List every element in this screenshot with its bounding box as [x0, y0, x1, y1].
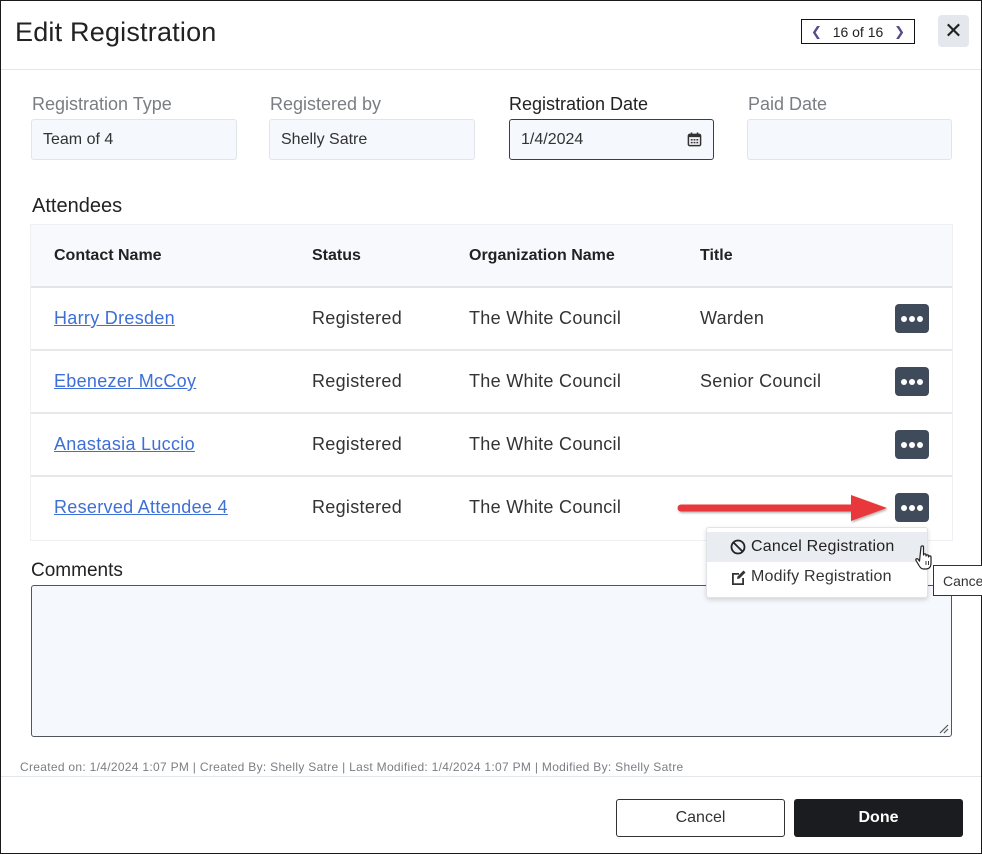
row-actions-menu: Cancel Registration Modify Registration: [706, 527, 928, 598]
tooltip: Cancel Registration: [933, 565, 982, 596]
cancel-button[interactable]: Cancel: [616, 799, 785, 837]
attendees-heading: Attendees: [32, 195, 123, 217]
row-actions-button[interactable]: [895, 493, 929, 522]
table-row: Ebenezer McCoy Registered The White Coun…: [31, 351, 952, 414]
more-horizontal-icon: [901, 378, 923, 385]
status-cell: Registered: [312, 371, 403, 391]
more-horizontal-icon: [901, 441, 923, 448]
contact-name-link[interactable]: Ebenezer McCoy: [54, 371, 196, 392]
annotation-arrow-icon: [677, 495, 887, 521]
more-horizontal-icon: [901, 315, 923, 322]
contact-name-link[interactable]: Anastasia Luccio: [54, 434, 195, 455]
status-cell: Registered: [312, 497, 403, 517]
table-row: Harry Dresden Registered The White Counc…: [31, 288, 952, 351]
registration-date-label: Registration Date: [509, 94, 649, 114]
registration-date-field[interactable]: 1/4/2024: [509, 119, 714, 160]
table-row: Anastasia Luccio Registered The White Co…: [31, 414, 952, 477]
comments-label: Comments: [31, 560, 123, 581]
hand-pointer-cursor-icon: [915, 545, 932, 570]
status-cell: Registered: [312, 434, 403, 454]
edit-icon: [732, 570, 746, 585]
close-button[interactable]: ✕: [938, 15, 969, 47]
more-horizontal-icon: [901, 504, 923, 511]
registered-by-label: Registered by: [270, 94, 382, 114]
close-icon: ✕: [944, 18, 963, 43]
row-actions-button[interactable]: [895, 304, 929, 333]
cancel-registration-label: Cancel Registration: [751, 538, 895, 555]
ban-icon: [730, 539, 746, 555]
chevron-right-icon[interactable]: ❯: [894, 24, 905, 40]
resize-grip-icon[interactable]: [939, 724, 949, 734]
row-actions-button[interactable]: [895, 430, 929, 459]
audit-info: Created on: 1/4/2024 1:07 PM | Created B…: [20, 760, 684, 774]
done-button[interactable]: Done: [794, 799, 963, 837]
contact-name-link[interactable]: Harry Dresden: [54, 308, 175, 329]
pager-text: 16 of 16: [832, 23, 884, 40]
table-header: Contact Name Status Organization Name Ti…: [31, 225, 952, 288]
paid-date-label: Paid Date: [748, 94, 828, 114]
registered-by-field: Shelly Satre: [269, 119, 475, 160]
organization-cell: The White Council: [469, 434, 622, 454]
status-cell: Registered: [312, 308, 403, 328]
organization-cell: The White Council: [469, 371, 622, 391]
chevron-left-icon[interactable]: ❮: [811, 24, 822, 40]
column-header-contact-name[interactable]: Contact Name: [54, 247, 162, 265]
registration-type-value: Team of 4: [43, 130, 114, 148]
modify-registration-menu-item[interactable]: Modify Registration: [707, 562, 927, 592]
column-header-status[interactable]: Status: [312, 247, 361, 265]
organization-cell: The White Council: [469, 308, 622, 328]
dialog-title: Edit Registration: [15, 17, 217, 47]
cancel-registration-menu-item[interactable]: Cancel Registration: [707, 532, 927, 562]
paid-date-field[interactable]: [747, 119, 952, 160]
registered-by-value: Shelly Satre: [281, 130, 368, 148]
organization-cell: The White Council: [469, 497, 622, 517]
title-cell: Warden: [700, 308, 765, 328]
calendar-icon[interactable]: [687, 132, 702, 147]
edit-registration-dialog: Edit Registration ❮ 16 of 16 ❯ ✕ Registr…: [0, 0, 982, 854]
registration-type-field: Team of 4: [31, 119, 237, 160]
row-actions-button[interactable]: [895, 367, 929, 396]
comments-textarea[interactable]: [31, 585, 952, 737]
registration-date-value: 1/4/2024: [521, 130, 584, 148]
modify-registration-label: Modify Registration: [751, 568, 892, 585]
title-cell: Senior Council: [700, 371, 822, 391]
column-header-organization-name[interactable]: Organization Name: [469, 247, 615, 265]
registration-type-label: Registration Type: [32, 94, 172, 114]
column-header-title[interactable]: Title: [700, 247, 733, 265]
contact-name-link[interactable]: Reserved Attendee 4: [54, 497, 228, 518]
record-pager: ❮ 16 of 16 ❯: [801, 19, 915, 44]
